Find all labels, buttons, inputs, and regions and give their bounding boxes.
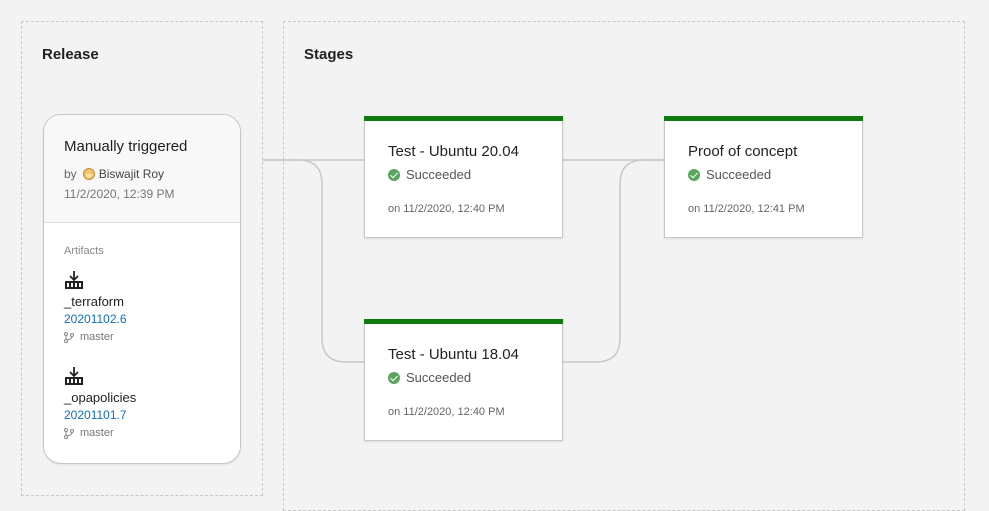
stage-card-proof-of-concept[interactable]: Proof of concept Succeeded on 11/2/2020,… <box>664 116 863 238</box>
branch-icon <box>64 331 74 343</box>
stage-timestamp: on 11/2/2020, 12:41 PM <box>688 203 805 215</box>
artifact-item: _terraform 20201102.6 master <box>64 270 224 343</box>
build-artifact-icon <box>65 271 83 289</box>
stage-status-bar <box>364 319 563 324</box>
stage-timestamp: on 11/2/2020, 12:40 PM <box>388 203 505 215</box>
artifact-version-link[interactable]: 20201102.6 <box>64 312 224 326</box>
stage-status: Succeeded <box>688 167 771 182</box>
artifact-branch: master <box>64 331 224 343</box>
by-label: by <box>64 167 77 181</box>
branch-icon <box>64 427 74 439</box>
artifact-branch: master <box>64 427 224 439</box>
stage-name: Test - Ubuntu 20.04 <box>388 143 519 160</box>
release-date: 11/2/2020, 12:39 PM <box>64 187 175 201</box>
stage-status-text: Succeeded <box>706 167 772 182</box>
stage-timestamp: on 11/2/2020, 12:40 PM <box>388 406 505 418</box>
check-circle-icon <box>688 168 700 181</box>
check-circle-icon <box>388 371 400 384</box>
release-card[interactable]: Manually triggered by Biswajit Roy 11/2/… <box>43 114 241 464</box>
artifact-name: _opapolicies <box>64 390 137 405</box>
check-circle-icon <box>388 168 400 181</box>
branch-name: master <box>80 331 114 343</box>
stage-status-text: Succeeded <box>406 167 472 182</box>
release-panel-title: Release <box>42 46 99 63</box>
branch-name: master <box>80 427 114 439</box>
artifact-item: _opapolicies 20201101.7 master <box>64 366 224 439</box>
release-requested-by: by Biswajit Roy <box>64 167 164 181</box>
stage-name: Proof of concept <box>688 143 798 160</box>
artifact-name: _terraform <box>64 294 124 309</box>
release-trigger: Manually triggered <box>64 138 188 155</box>
stage-card-test-ubuntu-1804[interactable]: Test - Ubuntu 18.04 Succeeded on 11/2/20… <box>364 319 563 441</box>
stage-status-text: Succeeded <box>406 370 472 385</box>
stage-status-bar <box>364 116 563 121</box>
stage-status: Succeeded <box>388 370 471 385</box>
release-card-header: Manually triggered by Biswajit Roy 11/2/… <box>44 115 240 223</box>
stage-status: Succeeded <box>388 167 471 182</box>
artifact-version-link[interactable]: 20201101.7 <box>64 408 224 422</box>
build-artifact-icon <box>65 367 83 385</box>
user-name[interactable]: Biswajit Roy <box>99 167 164 181</box>
stage-card-test-ubuntu-2004[interactable]: Test - Ubuntu 20.04 Succeeded on 11/2/20… <box>364 116 563 238</box>
stage-name: Test - Ubuntu 18.04 <box>388 346 519 363</box>
stages-panel-title: Stages <box>304 46 354 63</box>
user-avatar-icon <box>82 168 95 180</box>
artifacts-label: Artifacts <box>64 245 104 257</box>
stage-status-bar <box>664 116 863 121</box>
